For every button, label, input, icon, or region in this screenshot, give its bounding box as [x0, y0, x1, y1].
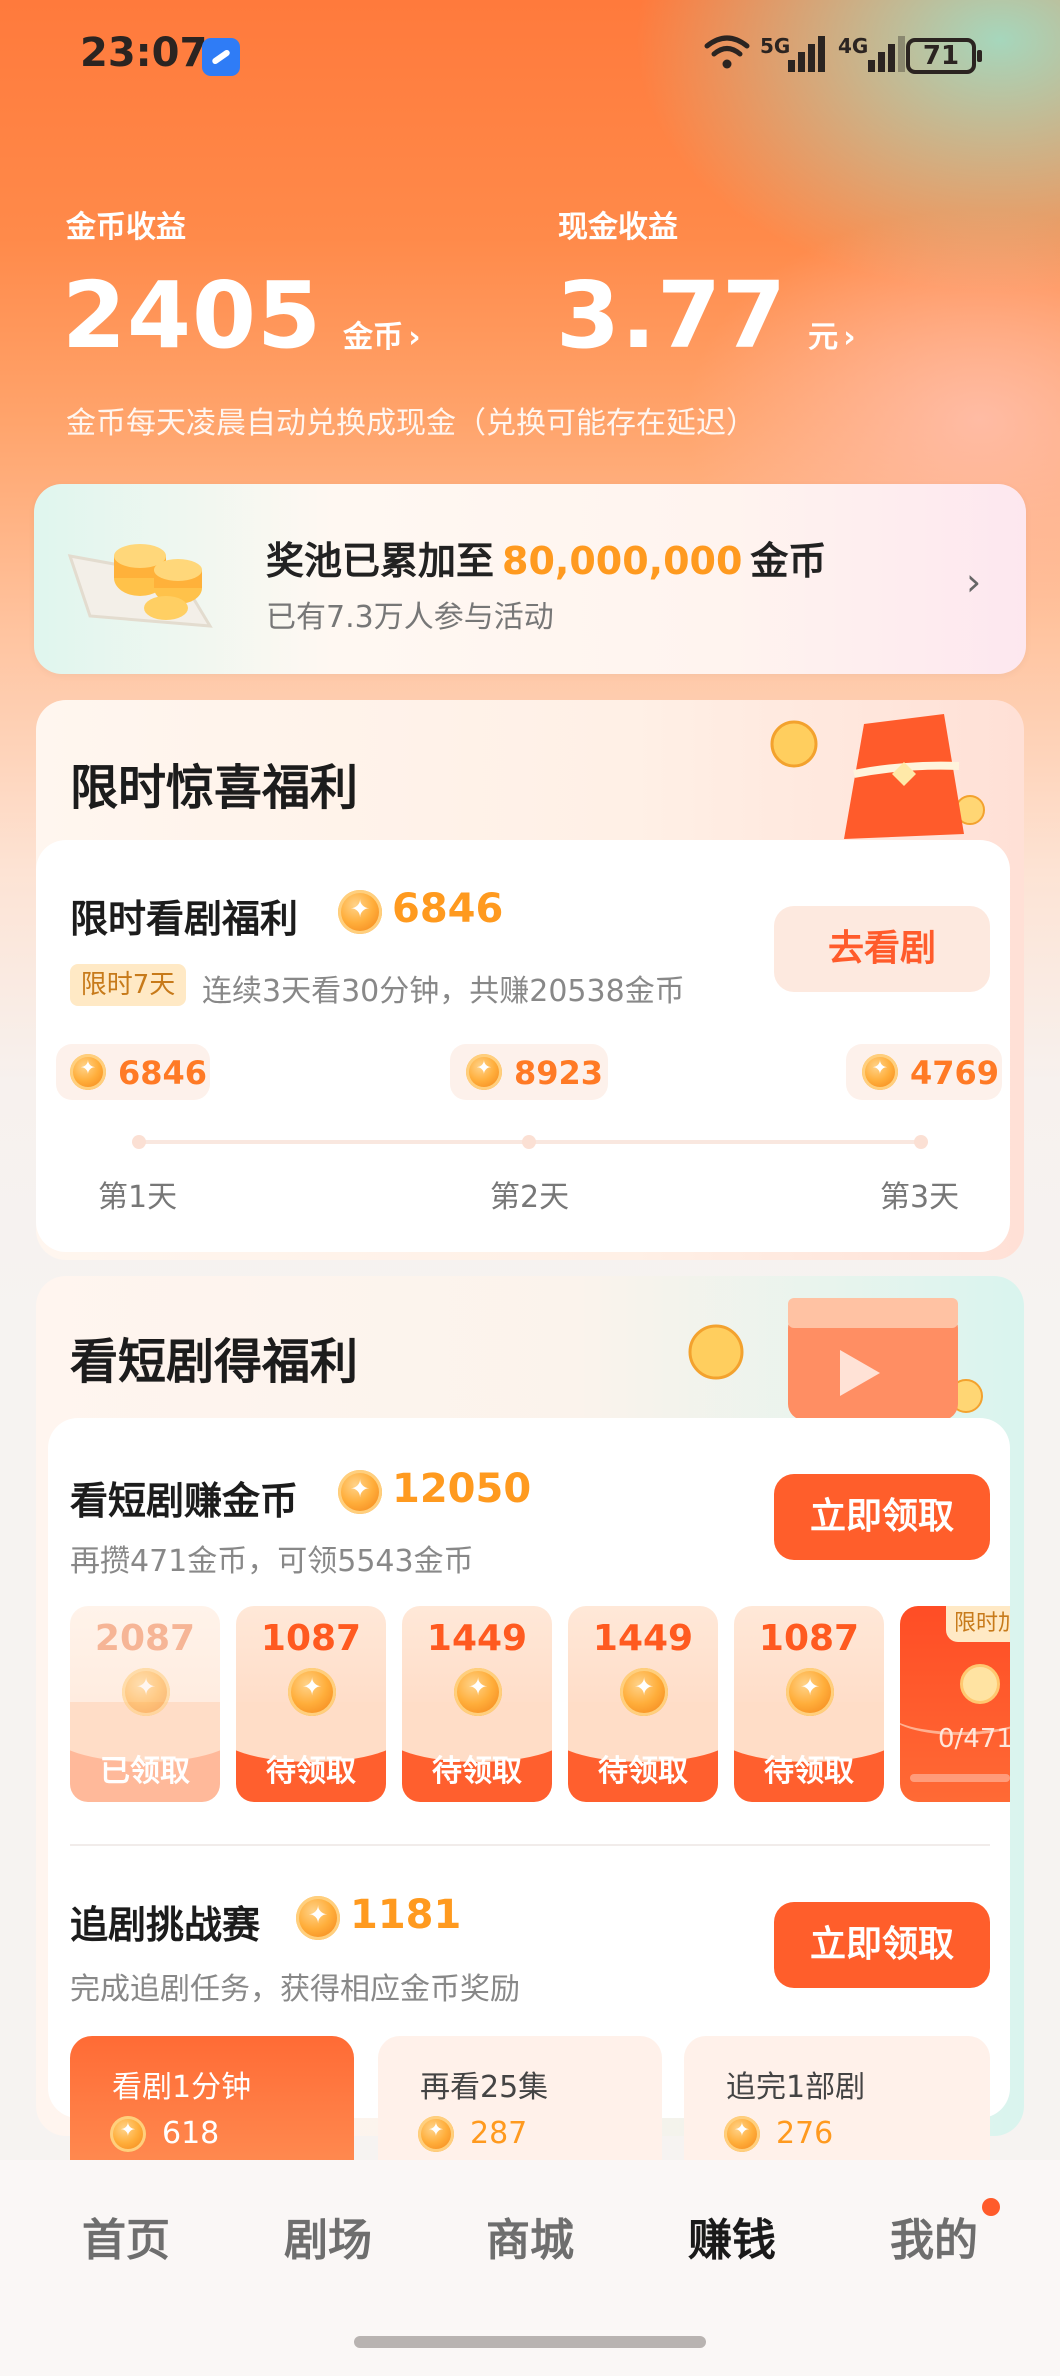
coins-earnings-label: 金币收益 [66, 210, 186, 245]
cash-earnings-link[interactable]: 3.77 元 › [556, 262, 856, 369]
challenge-task-card[interactable]: 追完1部剧 276 [684, 2036, 990, 2166]
exchange-note: 金币每天凌晨自动兑换成现金（兑换可能存在延迟） [66, 406, 756, 441]
home-indicator [354, 2336, 706, 2348]
video-clapper-icon [688, 1298, 983, 1420]
reward-tile[interactable]: 1087 待领取 [734, 1606, 884, 1802]
progress-dot [914, 1135, 928, 1149]
reward-tile[interactable]: 1449 待领取 [402, 1606, 552, 1802]
nav-theater[interactable]: 剧场 [258, 2204, 398, 2268]
challenge-desc: 完成追剧任务，获得相应金币奖励 [70, 1972, 520, 2007]
coin-icon [724, 2116, 760, 2152]
chevron-right-icon: › [966, 560, 982, 604]
chevron-right-icon: › [408, 320, 421, 355]
progress-dot [522, 1135, 536, 1149]
limited-section-title: 限时惊喜福利 [70, 760, 359, 816]
short-drama-task-title: 看短剧赚金币 [70, 1479, 299, 1523]
coin-icon [454, 1668, 502, 1716]
limited-task-title: 限时看剧福利 [70, 897, 299, 941]
coin-icon [466, 1054, 502, 1090]
signal-5g-icon: 5G [760, 34, 830, 74]
nav-mall[interactable]: 商城 [460, 2204, 600, 2268]
pool-participants: 已有7.3万人参与活动 [266, 600, 554, 635]
coin-icon [70, 1054, 106, 1090]
progress-dot [132, 1135, 146, 1149]
coins-earnings-link[interactable]: 2405 金币 › [62, 262, 421, 369]
cash-earnings-value: 3.77 [556, 262, 787, 369]
day-3-bubble: 4769 [846, 1044, 1002, 1100]
coin-icon [288, 1668, 336, 1716]
red-envelope-icon [770, 714, 985, 839]
limited-bonus-progress: 0/471 [938, 1724, 1010, 1754]
coin-icon [620, 1668, 668, 1716]
nav-home[interactable]: 首页 [56, 2204, 196, 2268]
coin-icon [296, 1896, 340, 1940]
reward-tile[interactable]: 2087 已领取 [70, 1606, 220, 1802]
short-drama-task-coins: 12050 [392, 1466, 532, 1512]
day-1-bubble: 6846 [56, 1044, 210, 1100]
coin-icon [110, 2116, 146, 2152]
short-drama-section-title: 看短剧得福利 [70, 1334, 359, 1390]
coin-icon [786, 1668, 834, 1716]
coin-icon [862, 1054, 898, 1090]
coin-icon [338, 890, 382, 934]
claim-now-button[interactable]: 立即领取 [774, 1474, 990, 1560]
limited-tag: 限时7天 [70, 964, 186, 1006]
chevron-right-icon: › [843, 320, 856, 355]
day-3-label: 第3天 [880, 1180, 960, 1215]
coin-icon [122, 1668, 170, 1716]
limited-bonus-tile[interactable]: 限时加 0/471 [900, 1606, 1010, 1802]
go-watch-button[interactable]: 去看剧 [774, 906, 990, 992]
wifi-icon [704, 35, 750, 69]
day-2-label: 第2天 [490, 1180, 570, 1215]
short-drama-task-desc: 再攒471金币，可领5543金币 [70, 1544, 474, 1579]
nav-earn[interactable]: 赚钱 [662, 2204, 802, 2268]
coin-pile-icon [67, 544, 213, 628]
pool-amount: 80,000,000 [502, 539, 743, 583]
nav-me[interactable]: 我的 [864, 2204, 1004, 2268]
status-time: 23:07 [80, 30, 208, 76]
divider [70, 1844, 990, 1846]
challenge-title: 追剧挑战赛 [70, 1903, 261, 1947]
notification-dot [982, 2198, 1000, 2216]
cash-unit: 元 [808, 320, 839, 355]
coin-icon [418, 2116, 454, 2152]
reward-tile[interactable]: 1449 待领取 [568, 1606, 718, 1802]
challenge-task-card[interactable]: 看剧1分钟 618 [70, 2036, 354, 2166]
limited-task-desc: 连续3天看30分钟，共赚20538金币 [202, 974, 685, 1009]
coins-unit: 金币 [343, 320, 404, 355]
app-notification-icon [202, 38, 240, 76]
challenge-claim-button[interactable]: 立即领取 [774, 1902, 990, 1988]
limited-bonus-progress-bar [910, 1774, 1010, 1782]
battery-indicator: 71 [906, 38, 982, 74]
day-2-bubble: 8923 [450, 1044, 608, 1100]
cash-earnings-label: 现金收益 [558, 210, 678, 245]
limited-task-coins: 6846 [392, 886, 504, 932]
challenge-coins: 1181 [350, 1892, 462, 1938]
coin-icon [338, 1470, 382, 1514]
coins-earnings-value: 2405 [62, 262, 323, 369]
limited-bonus-tag: 限时加 [946, 1606, 1010, 1642]
pool-title: 奖池已累加至 80,000,000 金币 [266, 539, 827, 583]
day-1-label: 第1天 [98, 1180, 178, 1215]
reward-tile[interactable]: 1087 待领取 [236, 1606, 386, 1802]
challenge-task-card[interactable]: 再看25集 287 [378, 2036, 662, 2166]
